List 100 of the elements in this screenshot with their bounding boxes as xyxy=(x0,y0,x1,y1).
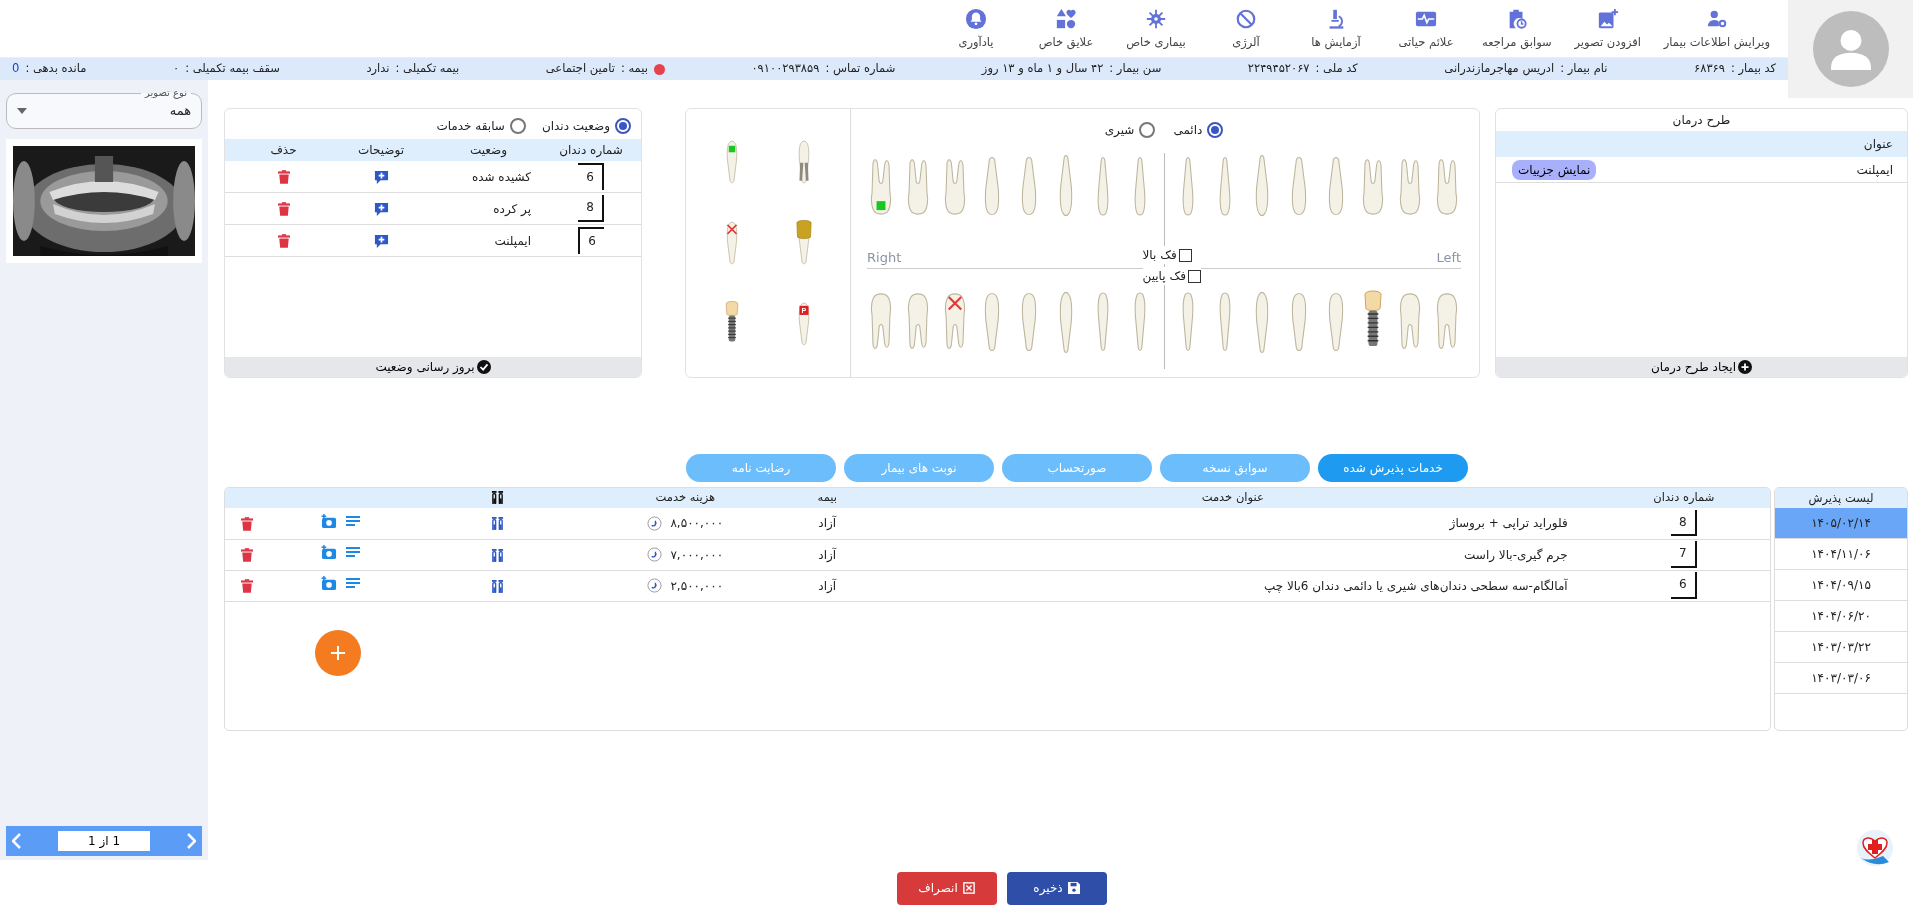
table-cell-text: ۸,۵۰۰,۰۰۰ xyxy=(670,515,724,533)
column-header: شماره دندان xyxy=(1653,490,1715,505)
trash-icon[interactable] xyxy=(277,202,290,216)
checkbox[interactable] xyxy=(1187,269,1201,283)
radio-option[interactable]: شیری xyxy=(1104,121,1156,139)
table-cell-text: ایمپلنت xyxy=(1856,161,1893,179)
list-icon[interactable] xyxy=(346,546,361,559)
currency-icon xyxy=(647,547,663,562)
info-label: شماره تماس : xyxy=(825,60,896,78)
radio-button[interactable] xyxy=(615,118,631,134)
list-title: لیست پذیرش xyxy=(1808,491,1874,505)
radio-option[interactable]: وضعیت دندان xyxy=(541,117,631,135)
list-item[interactable]: ۱۴۰۵/۰۲/۱۴ xyxy=(1775,508,1907,539)
trash-icon[interactable] xyxy=(241,579,254,593)
tooth-number: 6 xyxy=(578,227,604,254)
toolbar-button[interactable]: افزودن تصویر xyxy=(1565,7,1650,51)
column-header: حذف xyxy=(270,143,297,157)
radio-button[interactable] xyxy=(1139,122,1156,138)
info-value: ندارد xyxy=(366,60,390,78)
list-icon[interactable] xyxy=(346,515,361,528)
list-item[interactable]: ۱۴۰۴/۰۶/۲۰ xyxy=(1775,601,1907,632)
save-button[interactable]: ذخیره xyxy=(1006,871,1107,905)
trash-icon[interactable] xyxy=(277,170,290,184)
vials-icon[interactable] xyxy=(491,548,505,562)
comment-plus-icon[interactable] xyxy=(373,169,389,185)
table-cell: جرم گیری-بالا راست xyxy=(1464,547,1568,562)
toolbar-button[interactable]: یادآوری xyxy=(934,7,1018,51)
image-card[interactable] xyxy=(6,139,202,263)
camera-plus-icon[interactable] xyxy=(321,576,339,592)
table-cell: پر کرده xyxy=(493,201,531,216)
trash-icon[interactable] xyxy=(277,234,290,248)
toolbar-button[interactable]: آلرژی xyxy=(1204,7,1288,51)
info-label: بیمه : xyxy=(620,60,648,78)
currency-icon xyxy=(647,578,663,593)
close-icon xyxy=(962,882,975,894)
toolbar-button[interactable]: علائم حیاتی xyxy=(1384,7,1468,51)
info-value: ادریس مهاجرمازندرانی xyxy=(1444,60,1555,78)
avatar-icon xyxy=(1812,11,1889,87)
plus-circle-icon xyxy=(1738,360,1752,374)
column-header: شماره دندان xyxy=(559,143,623,157)
page-field[interactable]: 1 از 1 xyxy=(58,831,150,851)
table-cell: ایمپلنت xyxy=(494,233,531,248)
info-label: کد بیمار : xyxy=(1730,60,1776,78)
list-icon[interactable] xyxy=(346,577,361,590)
virus-icon xyxy=(1145,7,1167,30)
radio-option[interactable]: سابقه خدمات xyxy=(436,117,526,135)
panel-title: طرح درمان xyxy=(1672,113,1731,127)
checkbox[interactable] xyxy=(1178,248,1192,262)
tooth-number: 7 xyxy=(1671,541,1697,568)
camera-plus-icon[interactable] xyxy=(321,545,339,561)
column-header: هزینه خدمت xyxy=(655,490,716,505)
previous-icon[interactable] xyxy=(12,833,22,849)
camera-plus-icon[interactable] xyxy=(321,514,339,529)
info-label: بیمه تکمیلی : xyxy=(395,60,460,78)
comment-plus-icon[interactable] xyxy=(373,233,389,249)
table-cell-text: ۲,۵۰۰,۰۰۰ xyxy=(670,577,724,595)
toolbar-button[interactable]: علایق خاص xyxy=(1024,7,1108,51)
side-label: Left xyxy=(1436,248,1461,267)
info-label: سقف بیمه تکمیلی : xyxy=(185,60,280,78)
radio-button[interactable] xyxy=(1207,122,1224,138)
info-label: نام بیمار : xyxy=(1560,60,1608,78)
side-label: Right xyxy=(867,248,902,267)
radio-option[interactable]: دائمی xyxy=(1173,121,1224,139)
details-button[interactable]: نمایش جزییات xyxy=(1512,159,1597,180)
trash-icon[interactable] xyxy=(241,548,254,562)
trash-icon[interactable] xyxy=(241,516,254,531)
info-value: تامین اجتماعی xyxy=(545,60,615,78)
info-label: مانده بدهی : xyxy=(25,60,87,78)
plus-icon xyxy=(330,644,346,661)
toolbar-button[interactable]: سوابق مراجعه xyxy=(1474,7,1560,51)
tooth-number: 8 xyxy=(578,195,604,222)
add-button[interactable] xyxy=(315,629,361,676)
toolbar-button[interactable]: بیماری خاص xyxy=(1114,7,1198,51)
select-field[interactable]: همه xyxy=(17,98,191,124)
info-value: 0 xyxy=(12,60,20,78)
table-cell: فلوراید تراپی + بروساژ xyxy=(1449,516,1568,531)
toolbar-button[interactable]: آزمایش ها xyxy=(1294,7,1378,51)
list-item[interactable]: ۱۴۰۳/۰۳/۲۲ xyxy=(1775,632,1907,663)
toolbar-button[interactable]: ویرایش اطلاعات بیمار xyxy=(1655,7,1778,51)
table-cell-text: ۷,۰۰۰,۰۰۰ xyxy=(670,546,724,564)
info-label: سن بیمار : xyxy=(1109,60,1162,78)
list-item[interactable]: ۱۴۰۴/۰۹/۱۵ xyxy=(1775,570,1907,601)
vials-icon[interactable] xyxy=(491,579,505,593)
info-value: ۶۸۳۶۹ xyxy=(1694,60,1725,78)
save-icon xyxy=(1067,882,1080,894)
next-icon[interactable] xyxy=(186,833,196,849)
info-value: ۴۲ سال و ۱ ماه و ۱۳ روز xyxy=(981,60,1104,78)
field-label: نوع تصویر xyxy=(143,88,188,98)
caret-icon xyxy=(17,108,27,114)
cancel-button[interactable]: انصراف xyxy=(896,871,997,905)
checkbox-option[interactable]: فک پایین xyxy=(1142,267,1201,285)
column-header: توضیحات xyxy=(357,143,405,157)
vials-icon[interactable] xyxy=(491,517,505,531)
list-item[interactable]: ۱۴۰۳/۰۳/۰۶ xyxy=(1775,663,1907,694)
radio-button[interactable] xyxy=(509,118,526,134)
vials-icon xyxy=(491,491,505,505)
list-item[interactable]: ۱۴۰۴/۱۱/۰۶ xyxy=(1775,539,1907,570)
comment-plus-icon[interactable] xyxy=(373,201,389,217)
table-cell: آزاد xyxy=(818,578,837,593)
shapes-icon xyxy=(1055,7,1077,30)
